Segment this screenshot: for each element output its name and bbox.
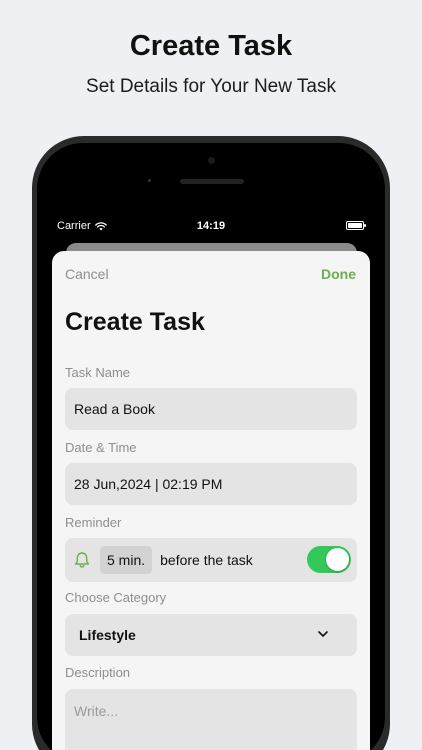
reminder-suffix: before the task <box>160 552 253 568</box>
speaker <box>180 179 244 184</box>
reminder-label: Reminder <box>65 515 122 530</box>
date-time-field[interactable]: 28 Jun,2024 | 02:19 PM <box>65 463 357 505</box>
description-input[interactable]: Write... <box>65 689 357 750</box>
bell-icon <box>74 551 92 569</box>
category-dropdown[interactable]: Lifestyle <box>65 614 357 656</box>
toggle-knob <box>326 548 349 571</box>
task-name-label: Task Name <box>65 365 131 380</box>
sensor-dot <box>148 179 151 182</box>
category-selected: Lifestyle <box>79 627 136 643</box>
reminder-amount-picker[interactable]: 5 min. <box>100 546 153 574</box>
promo-subtitle: Set Details for Your New Task <box>86 76 336 97</box>
promo-title: Create Task <box>129 30 293 62</box>
chevron-down-icon <box>318 631 328 637</box>
date-time-label: Date & Time <box>65 440 137 455</box>
done-button[interactable]: Done <box>321 266 356 282</box>
battery-icon <box>346 221 366 230</box>
camera <box>208 157 215 164</box>
reminder-row: 5 min. before the task <box>65 538 357 582</box>
reminder-toggle[interactable] <box>307 546 351 573</box>
cancel-button[interactable]: Cancel <box>65 266 109 282</box>
sheet-title: Create Task <box>65 308 205 336</box>
category-label: Choose Category <box>65 590 167 605</box>
task-name-input[interactable]: Read a Book <box>65 388 357 430</box>
description-label: Description <box>65 665 131 680</box>
